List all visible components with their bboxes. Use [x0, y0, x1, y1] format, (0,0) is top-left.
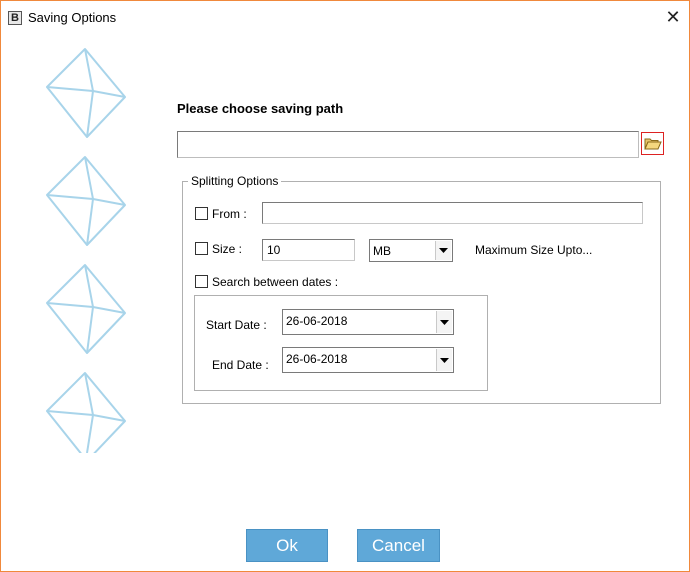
chevron-down-icon [440, 358, 449, 363]
size-unit-value: MB [373, 244, 391, 258]
size-checkbox[interactable] [195, 242, 208, 255]
size-input[interactable] [262, 239, 355, 261]
search-dates-checkbox[interactable] [195, 275, 208, 288]
envelope-watermark-icon [46, 48, 126, 453]
from-input[interactable] [262, 202, 643, 224]
from-label: From : [212, 207, 247, 221]
end-date-value: 26-06-2018 [286, 352, 348, 366]
search-dates-label: Search between dates : [212, 275, 339, 289]
browse-folder-button[interactable] [641, 132, 664, 155]
cancel-button[interactable]: Cancel [357, 529, 440, 562]
title-bar: B Saving Options ✕ [1, 1, 689, 33]
end-date-arrow[interactable] [436, 349, 452, 371]
end-date-picker[interactable]: 26-06-2018 [282, 347, 454, 373]
app-icon: B [8, 11, 22, 25]
ok-button[interactable]: Ok [246, 529, 328, 562]
size-unit-arrow[interactable] [435, 241, 451, 260]
saving-path-heading: Please choose saving path [177, 101, 344, 116]
end-date-label: End Date : [212, 358, 269, 372]
start-date-arrow[interactable] [436, 311, 452, 333]
size-unit-dropdown[interactable]: MB [369, 239, 453, 262]
from-checkbox[interactable] [195, 207, 208, 220]
start-date-label: Start Date : [206, 318, 267, 332]
chevron-down-icon [439, 248, 448, 253]
start-date-value: 26-06-2018 [286, 314, 348, 328]
saving-options-dialog: B Saving Options ✕ Please choose saving … [0, 0, 690, 572]
saving-path-input[interactable] [177, 131, 639, 158]
size-label: Size : [212, 242, 243, 256]
splitting-options-legend: Splitting Options [188, 174, 282, 188]
maximum-size-note: Maximum Size Upto... [475, 243, 593, 257]
folder-open-icon [644, 138, 662, 150]
chevron-down-icon [440, 320, 449, 325]
close-button[interactable]: ✕ [661, 5, 685, 29]
start-date-picker[interactable]: 26-06-2018 [282, 309, 454, 335]
window-title: Saving Options [28, 10, 117, 25]
